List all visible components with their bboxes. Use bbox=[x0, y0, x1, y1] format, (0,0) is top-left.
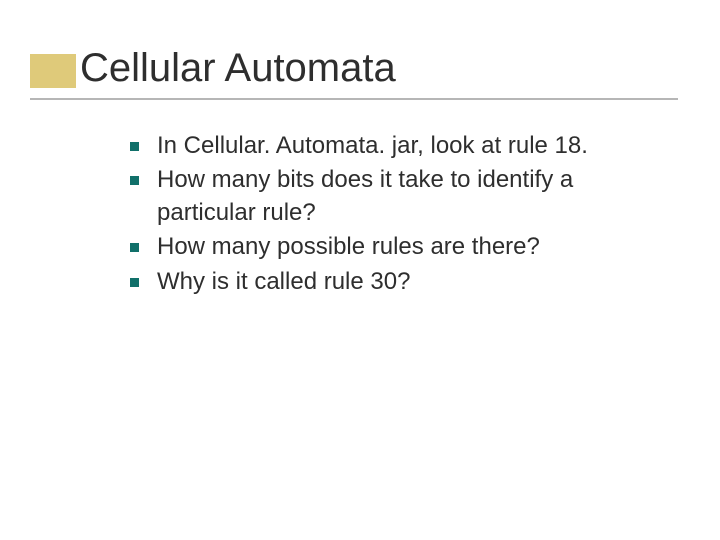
square-bullet-icon bbox=[130, 278, 139, 287]
bullet-text: In Cellular. Automata. jar, look at rule… bbox=[157, 130, 588, 162]
title-area: Cellular Automata bbox=[80, 46, 670, 94]
accent-square bbox=[30, 54, 76, 88]
square-bullet-icon bbox=[130, 142, 139, 151]
list-item: In Cellular. Automata. jar, look at rule… bbox=[130, 130, 660, 162]
title-underline bbox=[30, 98, 678, 100]
list-item: How many possible rules are there? bbox=[130, 231, 660, 263]
bullet-text: How many possible rules are there? bbox=[157, 231, 540, 263]
bullet-text: Why is it called rule 30? bbox=[157, 266, 410, 298]
list-item: How many bits does it take to identify a… bbox=[130, 164, 660, 229]
square-bullet-icon bbox=[130, 243, 139, 252]
list-item: Why is it called rule 30? bbox=[130, 266, 660, 298]
slide-title: Cellular Automata bbox=[80, 46, 670, 90]
square-bullet-icon bbox=[130, 176, 139, 185]
slide: Cellular Automata In Cellular. Automata.… bbox=[0, 0, 720, 540]
slide-body: In Cellular. Automata. jar, look at rule… bbox=[130, 130, 660, 300]
bullet-text: How many bits does it take to identify a… bbox=[157, 164, 660, 229]
